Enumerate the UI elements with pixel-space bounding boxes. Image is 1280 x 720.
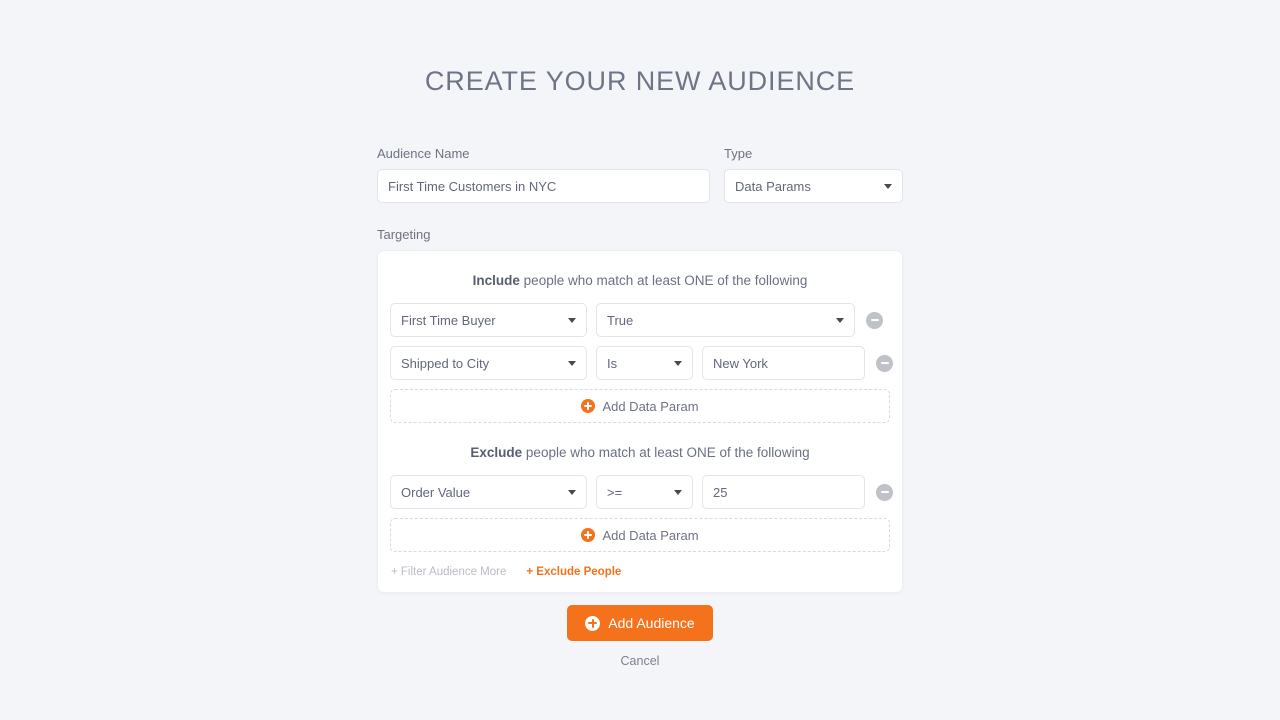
audience-name-value: First Time Customers in NYC [388,178,557,194]
audience-form: Audience Name First Time Customers in NY… [377,146,903,593]
type-selected-value: Data Params [735,178,811,194]
include-rule-1-param-value: Shipped to City [401,355,490,371]
include-rule-0-param-value: First Time Buyer [401,312,496,328]
include-rule-1-operator-select[interactable]: Is [596,346,693,380]
exclude-rule-0-value: 25 [713,484,728,500]
plus-circle-icon [581,528,596,542]
exclude-group-heading-rest: people who match at least ONE of the fol… [522,445,810,460]
include-rule-0-param-select[interactable]: First Time Buyer [390,303,587,337]
card-links: + Filter Audience More + Exclude People [390,566,890,578]
include-add-data-param-label: Add Data Param [602,398,699,414]
include-rule-1-operator-value: Is [607,355,618,371]
minus-circle-icon[interactable] [876,354,893,372]
create-audience-page: CREATE YOUR NEW AUDIENCE Audience Name F… [0,0,1280,720]
include-rule-0-value-select[interactable]: True [596,303,855,337]
audience-name-group: Audience Name First Time Customers in NY… [377,146,710,203]
form-actions: Add Audience Cancel [0,605,1280,668]
exclude-rule-0-value-input[interactable]: 25 [702,475,865,509]
minus-bar [880,362,889,364]
exclude-rule-0-param-select[interactable]: Order Value [390,475,587,509]
exclude-rule-0-operator-value: >= [607,484,623,500]
include-rule-0-value: True [607,312,634,328]
minus-circle-icon[interactable] [866,311,883,329]
plus-circle-icon [581,399,596,413]
type-select[interactable]: Data Params [724,169,903,203]
exclude-add-data-param-button[interactable]: Add Data Param [390,518,890,552]
add-audience-button[interactable]: Add Audience [567,605,713,641]
type-label: Type [724,146,753,161]
exclude-add-data-param-label: Add Data Param [602,527,699,543]
chevron-down-icon [884,184,892,189]
form-top-row: Audience Name First Time Customers in NY… [377,146,903,203]
minus-bar [880,491,889,493]
minus-circle-icon[interactable] [876,483,893,501]
audience-name-input[interactable]: First Time Customers in NYC [377,169,710,203]
chevron-down-icon [836,318,844,323]
include-rule-1-param-select[interactable]: Shipped to City [390,346,587,380]
chevron-down-icon [568,361,576,366]
exclude-rule-0-param-value: Order Value [401,484,471,500]
include-rule-1-value: New York [713,355,768,371]
include-group-heading-strong: Include [472,273,520,288]
plus-circle-icon [585,615,601,631]
exclude-rule-0-operator-select[interactable]: >= [596,475,693,509]
exclude-group-heading-strong: Exclude [470,445,523,460]
exclude-group-heading: Exclude people who match at least ONE of… [390,445,890,461]
audience-name-label: Audience Name [377,146,470,161]
chevron-down-icon [568,490,576,495]
add-audience-label: Add Audience [608,615,695,631]
table-row: Order Value >= 25 [390,475,893,509]
table-row: Shipped to City Is New York [390,346,893,380]
chevron-down-icon [568,318,576,323]
minus-bar [870,319,879,321]
include-rule-1-value-input[interactable]: New York [702,346,865,380]
exclude-people-link[interactable]: + Exclude People [526,566,621,578]
include-group-heading: Include people who match at least ONE of… [390,273,890,289]
include-add-data-param-button[interactable]: Add Data Param [390,389,890,423]
chevron-down-icon [674,490,682,495]
targeting-label: Targeting [377,227,431,242]
cancel-button[interactable]: Cancel [0,654,1280,668]
table-row: First Time Buyer True [390,303,890,337]
include-group-heading-rest: people who match at least ONE of the fol… [519,273,808,288]
targeting-card: Include people who match at least ONE of… [377,250,903,593]
type-group: Type Data Params [724,146,903,203]
page-title: CREATE YOUR NEW AUDIENCE [424,66,856,96]
filter-audience-more-link[interactable]: + Filter Audience More [391,566,506,578]
chevron-down-icon [674,361,682,366]
